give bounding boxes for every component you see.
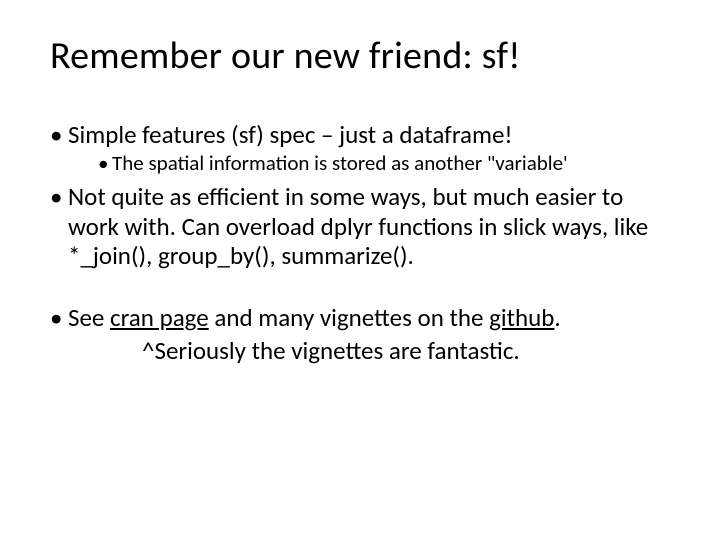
sub-bullet-item: The spatial information is stored as ano… bbox=[98, 151, 670, 176]
bullet-text-post: . bbox=[554, 302, 560, 333]
bullet-list-2: See cran page and many vignettes on the … bbox=[50, 303, 670, 333]
slide-title: Remember our new friend: sf! bbox=[50, 36, 670, 78]
bullet-list: Simple features (sf) spec – just a dataf… bbox=[50, 120, 670, 271]
slide: Remember our new friend: sf! Simple feat… bbox=[0, 0, 720, 540]
sub-bullet-list: The spatial information is stored as ano… bbox=[68, 151, 670, 176]
bullet-text-mid: and many vignettes on the bbox=[209, 302, 489, 333]
sub-bullet-text: The spatial information is stored as ano… bbox=[112, 150, 568, 176]
link-github[interactable]: github bbox=[489, 302, 554, 333]
bullet-tail-line: ^Seriously the vignettes are fantastic. bbox=[50, 336, 670, 366]
bullet-item-1: Simple features (sf) spec – just a dataf… bbox=[50, 120, 670, 177]
bullet-item-3: See cran page and many vignettes on the … bbox=[50, 303, 670, 333]
bullet-text-pre: See bbox=[68, 302, 110, 333]
bullet-text: Simple features (sf) spec – just a dataf… bbox=[68, 119, 513, 150]
bullet-text: Not quite as efficient in some ways, but… bbox=[68, 181, 648, 271]
bullet-item-2: Not quite as efficient in some ways, but… bbox=[50, 182, 670, 271]
link-cran-page[interactable]: cran page bbox=[110, 302, 209, 333]
spacer bbox=[50, 275, 670, 303]
